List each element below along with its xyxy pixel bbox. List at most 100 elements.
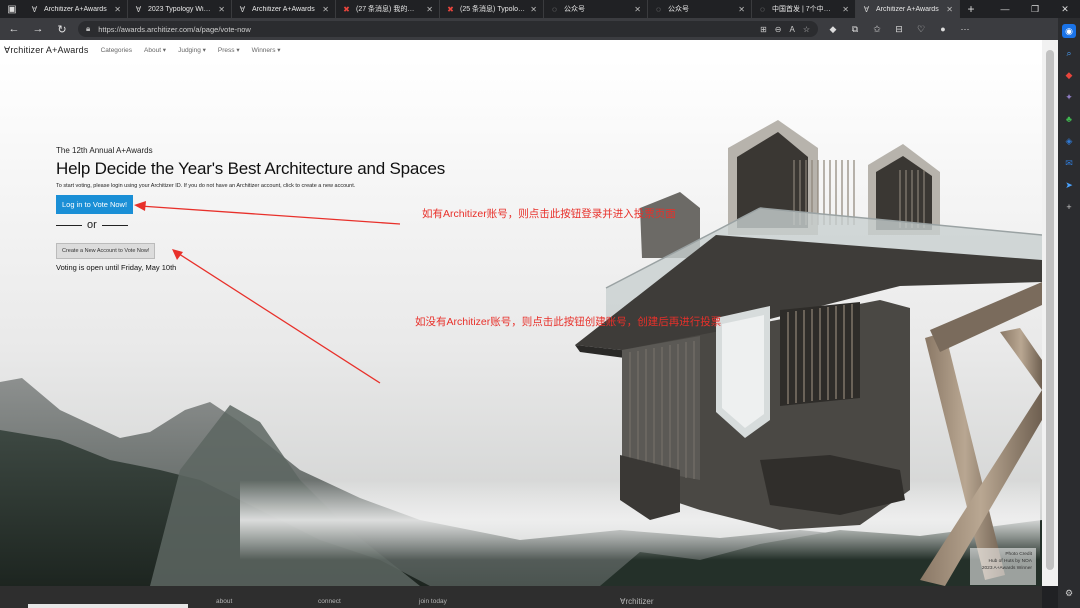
new-tab-icon[interactable]: + — [960, 0, 982, 18]
site-footer: about connect join today Ɐrchitizer — [0, 586, 1042, 608]
minimize-icon[interactable]: — — [990, 4, 1020, 14]
annotation-create-note: 如没有Architizer账号，则点击此按钮创建账号，创建后再进行投票 — [415, 316, 722, 328]
credit-project: Hub of Huts by NOA — [988, 559, 1032, 564]
add-icon[interactable]: + — [1062, 200, 1076, 214]
collections-icon[interactable]: ⊟ — [892, 24, 906, 35]
architizer-favicon-icon: Ɐ — [135, 4, 142, 14]
send-icon[interactable]: ➤ — [1062, 178, 1076, 192]
create-account-button[interactable]: Create a New Account to Vote Now! — [56, 243, 156, 259]
vote-panel: The 12th Annual A+Awards Help Decide the… — [56, 146, 445, 272]
performance-icon[interactable]: ♡ — [914, 24, 928, 35]
copilot-icon[interactable]: ◉ — [1062, 24, 1076, 38]
microsoft365-icon[interactable]: ◈ — [1062, 134, 1076, 148]
apps-icon[interactable]: ⊞ — [760, 25, 767, 34]
tools-icon[interactable]: ✦ — [1062, 90, 1076, 104]
awards-eyebrow: The 12th Annual A+Awards — [56, 146, 153, 155]
nav-press[interactable]: Press ▾ — [218, 46, 240, 54]
read-aloud-icon[interactable]: A — [789, 25, 794, 34]
close-icon[interactable]: ✕ — [738, 5, 745, 14]
close-icon[interactable]: ✕ — [426, 5, 433, 14]
site-navigation: Ɐrchitizer A+Awards Categories About ▾ J… — [0, 40, 1042, 60]
nav-winners[interactable]: Winners ▾ — [252, 46, 281, 54]
csdn-favicon-icon: ✖ — [447, 4, 454, 14]
browser-tab-5[interactable]: ✖ (25 条消息) Typology ✕ — [440, 0, 544, 18]
csdn-favicon-icon: ✖ — [343, 4, 350, 14]
reload-icon[interactable]: ↻ — [54, 23, 70, 36]
wechat-favicon-icon: ◌ — [552, 4, 557, 14]
annotation-login-note: 如有Architizer账号，则点击此按钮登录并进入投票页面 — [422, 208, 676, 220]
photo-credit: Photo Credit Hub of Huts by NOA 2023 A+A… — [970, 548, 1036, 585]
credit-label: Photo Credit — [1005, 552, 1032, 557]
browser-tab-7[interactable]: ◌ 公众号 ✕ — [648, 0, 752, 18]
edge-sidebar: ◉ ⌕ ◆ ✦ ♣ ◈ ✉ ➤ + ⚙ — [1058, 18, 1080, 608]
nav-judging[interactable]: Judging ▾ — [178, 46, 206, 54]
url-text[interactable]: https://awards.architizer.com/a/page/vot… — [98, 25, 752, 34]
site-logo[interactable]: Ɐrchitizer A+Awards — [4, 45, 89, 56]
or-divider: or — [56, 219, 445, 231]
footer-join-link[interactable]: join today — [419, 598, 447, 605]
shopping-icon[interactable]: ◆ — [1062, 68, 1076, 82]
page-title: Help Decide the Year's Best Architecture… — [56, 159, 446, 178]
favorite-star-icon[interactable]: ☆ — [803, 25, 810, 34]
wechat-favicon-icon: ◌ — [656, 4, 661, 14]
voting-instructions: To start voting, please login using your… — [56, 183, 356, 189]
tab-label: (25 条消息) Typology — [460, 6, 526, 13]
tab-strip: ▣ Ɐ Architizer A+Awards ✕ Ɐ 2023 Typolog… — [0, 0, 1080, 18]
or-text: or — [87, 219, 97, 231]
tab-label: (27 条消息) 我的原文 — [356, 6, 422, 13]
window-controls: — ❐ ✕ — [990, 0, 1080, 18]
browser-tab-1[interactable]: Ɐ Architizer A+Awards ✕ — [24, 0, 128, 18]
window-menu-icon[interactable]: ▣ — [0, 0, 24, 18]
nav-about[interactable]: About ▾ — [144, 46, 166, 54]
architizer-favicon-icon: Ɐ — [863, 4, 870, 14]
window-close-icon[interactable]: ✕ — [1050, 4, 1080, 15]
zoom-icon[interactable]: ⊖ — [775, 25, 782, 34]
browser-tab-3[interactable]: Ɐ Architizer A+Awards ✕ — [232, 0, 336, 18]
browser-tab-2[interactable]: Ɐ 2023 Typology Winners ✕ — [128, 0, 232, 18]
close-icon[interactable]: ✕ — [218, 5, 225, 14]
close-icon[interactable]: ✕ — [946, 5, 953, 14]
web-page: Ɐrchitizer A+Awards Categories About ▾ J… — [0, 40, 1042, 586]
extension-icon[interactable]: ◆ — [826, 24, 840, 35]
close-icon[interactable]: ✕ — [634, 5, 641, 14]
tab-label: Architizer A+Awards — [44, 5, 107, 13]
browser-tab-6[interactable]: ◌ 公众号 ✕ — [544, 0, 648, 18]
more-menu-icon[interactable]: ⋯ — [958, 24, 972, 35]
tab-label: Architizer A+Awards — [876, 5, 939, 13]
restore-icon[interactable]: ❐ — [1020, 4, 1050, 15]
favorites-icon[interactable]: ✩ — [870, 24, 884, 35]
tab-label: 中国首发 | 7个中国项目 — [772, 6, 838, 13]
footer-about-link[interactable]: about — [216, 598, 232, 605]
profile-avatar-icon[interactable]: ● — [936, 24, 950, 34]
page-scrollbar[interactable] — [1042, 40, 1058, 586]
browser-tab-8[interactable]: ◌ 中国首发 | 7个中国项目 ✕ — [752, 0, 856, 18]
voting-deadline: Voting is open until Friday, May 10th — [56, 263, 177, 272]
close-icon[interactable]: ✕ — [530, 5, 537, 14]
lock-icon[interactable]: 🔒︎ — [86, 24, 90, 34]
games-icon[interactable]: ♣ — [1062, 112, 1076, 126]
footer-logo[interactable]: Ɐrchitizer — [620, 597, 653, 606]
outlook-icon[interactable]: ✉ — [1062, 156, 1076, 170]
forward-arrow-icon[interactable]: → — [30, 23, 46, 35]
back-arrow-icon[interactable]: ← — [6, 23, 22, 35]
browser-toolbar: ← → ↻ 🔒︎ https://awards.architizer.com/a… — [0, 18, 1080, 40]
architizer-favicon-icon: Ɐ — [31, 4, 38, 14]
login-to-vote-button[interactable]: Log in to Vote Now! — [56, 195, 134, 214]
wechat-favicon-icon: ◌ — [760, 4, 765, 14]
close-icon[interactable]: ✕ — [842, 5, 849, 14]
credit-award: 2023 A+Awards Winner — [981, 566, 1032, 571]
close-icon[interactable]: ✕ — [322, 5, 329, 14]
close-icon[interactable]: ✕ — [114, 5, 121, 14]
search-icon[interactable]: ⌕ — [1062, 46, 1076, 60]
settings-gear-icon[interactable]: ⚙ — [1062, 586, 1076, 600]
scrollbar-thumb[interactable] — [1046, 50, 1054, 570]
browser-tab-9[interactable]: Ɐ Architizer A+Awards ✕ — [856, 0, 960, 18]
browser-tab-4[interactable]: ✖ (27 条消息) 我的原文 ✕ — [336, 0, 440, 18]
split-screen-icon[interactable]: ⧉ — [848, 24, 862, 35]
footer-connect-link[interactable]: connect — [318, 598, 341, 605]
address-bar[interactable]: 🔒︎ https://awards.architizer.com/a/page/… — [78, 21, 818, 37]
nav-categories[interactable]: Categories — [101, 47, 132, 54]
divider-line — [56, 224, 82, 226]
tab-label: Architizer A+Awards — [252, 5, 315, 13]
divider-line — [101, 224, 128, 226]
